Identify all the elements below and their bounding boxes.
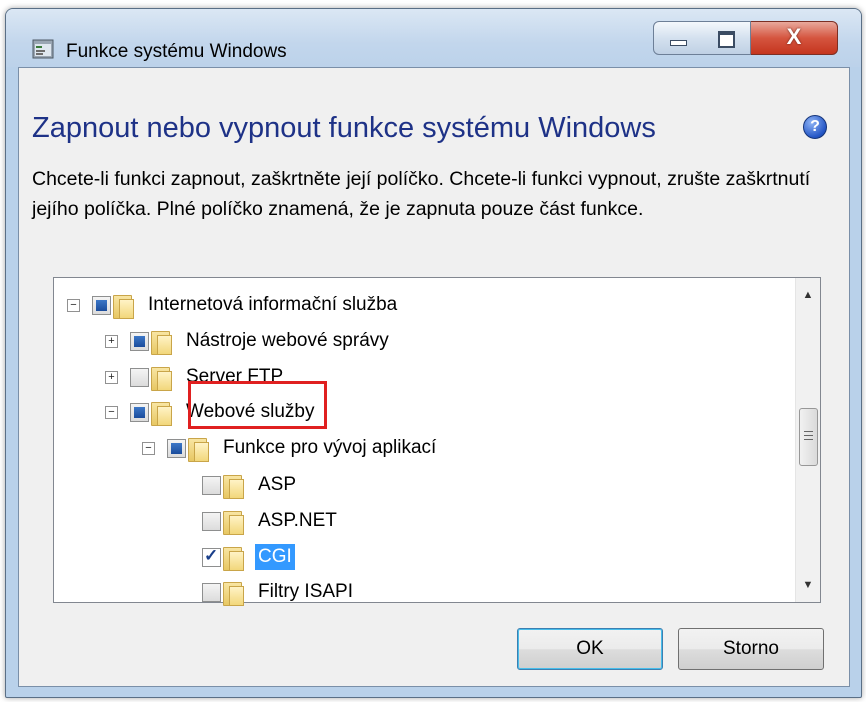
collapse-icon[interactable]: − <box>105 405 118 419</box>
maximize-button[interactable] <box>702 21 751 55</box>
folder-icon <box>223 509 244 535</box>
dialog-window: Funkce systému Windows X Zapnout nebo vy… <box>5 8 862 698</box>
close-button[interactable]: X <box>751 21 838 55</box>
page-title: Zapnout nebo vypnout funkce systému Wind… <box>32 112 656 144</box>
tree-item-label: Nástroje webové správy <box>186 330 389 351</box>
windows-features-icon <box>32 39 54 59</box>
close-icon: X <box>786 24 802 49</box>
tree-item[interactable]: ASP <box>202 468 299 502</box>
description-text: Chcete-li funkci zapnout, zaškrtněte jej… <box>32 168 811 220</box>
tree-item[interactable]: + Nástroje webové správy <box>105 324 392 358</box>
maximize-icon <box>718 31 735 48</box>
folder-icon <box>188 436 209 462</box>
tree-item-label: Filtry ISAPI <box>258 581 354 602</box>
expand-icon[interactable]: + <box>105 334 118 348</box>
checkbox[interactable] <box>130 402 149 422</box>
folder-icon <box>223 473 244 499</box>
help-icon[interactable]: ? <box>803 115 827 139</box>
checkmark-icon: ✓ <box>204 545 219 565</box>
ok-button[interactable]: OK <box>517 628 663 670</box>
tree-item[interactable]: − Internetová informační služba <box>67 288 400 322</box>
folder-icon <box>151 365 172 391</box>
folder-icon <box>223 545 244 571</box>
checkbox[interactable] <box>167 438 186 458</box>
tree-item-label: Funkce pro vývoj aplikací <box>223 437 437 458</box>
collapse-icon[interactable]: − <box>67 298 80 312</box>
checkbox[interactable] <box>130 331 149 351</box>
annotation-highlight <box>188 381 327 429</box>
dialog-content: Zapnout nebo vypnout funkce systému Wind… <box>18 67 850 687</box>
cancel-button[interactable]: Storno <box>678 628 824 670</box>
tree-item[interactable]: ASP.NET <box>202 504 340 538</box>
expand-icon[interactable]: + <box>105 370 118 384</box>
checkbox[interactable] <box>130 367 149 387</box>
tree-item[interactable]: Filtry ISAPI <box>202 575 356 609</box>
folder-icon <box>151 400 172 426</box>
checkbox[interactable] <box>92 295 111 315</box>
scroll-up-icon[interactable]: ▲ <box>796 284 820 306</box>
tree-item-label: CGI <box>255 544 295 570</box>
tree-item-label: ASP.NET <box>258 510 337 531</box>
folder-icon <box>113 293 134 319</box>
features-tree[interactable]: − Internetová informační služba + Nástro… <box>53 277 821 606</box>
scroll-down-icon[interactable]: ▼ <box>796 574 820 596</box>
vertical-scrollbar[interactable]: ▲ ▼ <box>795 278 820 602</box>
tree-item-label: Internetová informační služba <box>148 294 398 315</box>
minimize-button[interactable] <box>653 21 703 55</box>
checkbox[interactable] <box>202 582 221 602</box>
tree-item-cgi[interactable]: ✓ CGI <box>202 540 295 574</box>
scrollbar-thumb[interactable] <box>799 408 818 466</box>
collapse-icon[interactable]: − <box>142 441 155 455</box>
folder-icon <box>151 329 172 355</box>
minimize-icon <box>670 40 687 46</box>
checkbox[interactable] <box>202 475 221 495</box>
folder-icon <box>223 580 244 606</box>
checkbox[interactable] <box>202 511 221 531</box>
tree-item[interactable]: − Funkce pro vývoj aplikací <box>142 431 439 465</box>
window-title: Funkce systému Windows <box>66 41 287 62</box>
title-bar[interactable]: Funkce systému Windows X <box>6 9 861 67</box>
tree-item-label: ASP <box>258 474 297 495</box>
checkbox-checked[interactable]: ✓ <box>202 545 221 567</box>
